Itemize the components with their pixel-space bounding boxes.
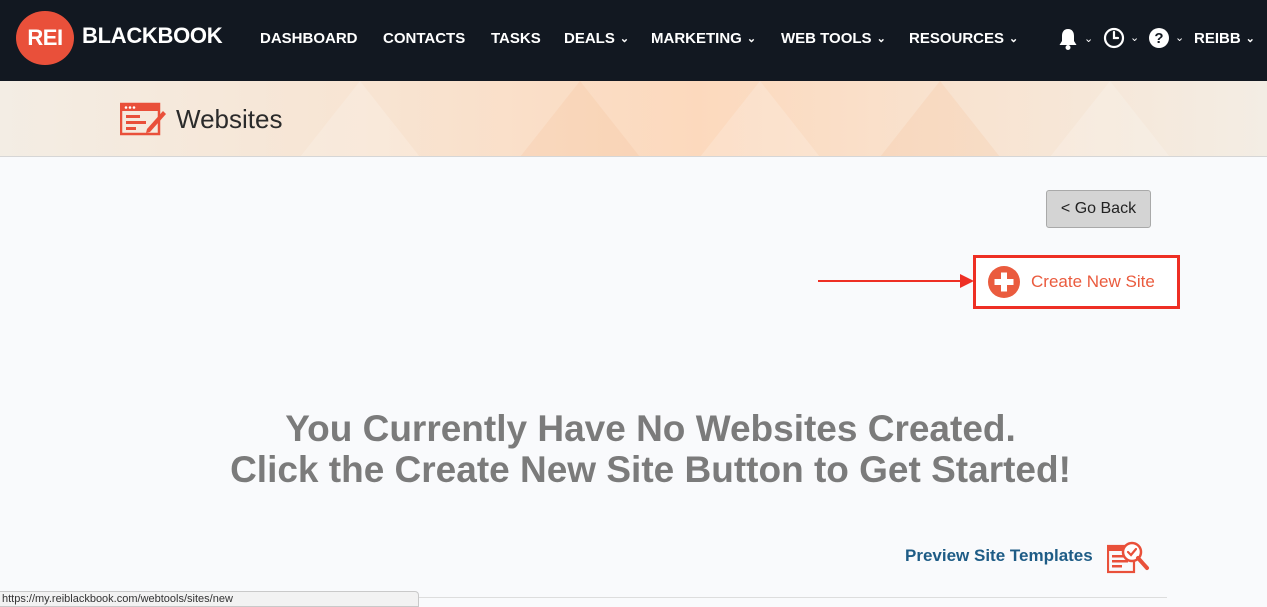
help-icon: ? bbox=[1149, 28, 1169, 48]
brand-logo[interactable]: REI BLACKBOOK bbox=[16, 11, 223, 65]
top-nav-bar: REI BLACKBOOK DASHBOARD CONTACTS TASKS D… bbox=[0, 0, 1267, 81]
notifications-button[interactable]: ⌄ bbox=[1057, 27, 1093, 51]
header-decoration bbox=[520, 81, 640, 156]
svg-text:?: ? bbox=[1154, 30, 1163, 47]
chevron-down-icon: ⌄ bbox=[1009, 33, 1019, 45]
chevron-down-icon: ⌄ bbox=[876, 33, 886, 45]
page-header: Websites bbox=[0, 81, 1267, 157]
page-title-group: Websites bbox=[120, 101, 282, 137]
header-decoration bbox=[880, 81, 1000, 156]
annotation-arrow-head bbox=[960, 274, 974, 288]
go-back-button[interactable]: < Go Back bbox=[1046, 190, 1151, 228]
header-decoration bbox=[700, 81, 820, 156]
chevron-down-icon: ⌄ bbox=[1245, 33, 1255, 45]
nav-deals[interactable]: DEALS ⌄ bbox=[564, 30, 629, 49]
recent-activity-button[interactable]: ⌄ bbox=[1103, 27, 1139, 49]
create-new-site-label: Create New Site bbox=[1031, 272, 1155, 291]
bell-icon bbox=[1059, 29, 1077, 50]
preview-site-templates-link[interactable]: Preview Site Templates bbox=[905, 546, 1093, 566]
empty-state-line-2: Click the Create New Site Button to Get … bbox=[230, 449, 1071, 490]
header-decoration bbox=[300, 81, 420, 156]
nav-dashboard[interactable]: DASHBOARD bbox=[260, 30, 358, 48]
empty-state-line-1: You Currently Have No Websites Created. bbox=[285, 408, 1016, 449]
logo-text: BLACKBOOK bbox=[82, 23, 223, 48]
status-bar-url: https://my.reiblackbook.com/webtools/sit… bbox=[0, 591, 419, 607]
plus-circle-icon bbox=[988, 266, 1020, 298]
nav-marketing[interactable]: MARKETING ⌄ bbox=[651, 30, 756, 49]
chevron-down-icon: ⌄ bbox=[619, 33, 630, 45]
create-new-site-button[interactable]: Create New Site bbox=[973, 255, 1180, 309]
page-title: Websites bbox=[176, 103, 283, 134]
logo-mark: REI bbox=[16, 11, 74, 65]
clock-icon bbox=[1103, 27, 1125, 49]
nav-web-tools[interactable]: WEB TOOLS ⌄ bbox=[781, 30, 886, 49]
preview-templates-button[interactable] bbox=[1106, 540, 1151, 578]
nav-tasks[interactable]: TASKS bbox=[491, 30, 541, 48]
template-search-icon bbox=[1106, 541, 1149, 574]
header-decoration bbox=[1050, 81, 1170, 156]
annotation-arrow-line bbox=[818, 280, 964, 282]
user-menu[interactable]: REIBB ⌄ bbox=[1194, 30, 1255, 49]
chevron-down-icon: ⌄ bbox=[1175, 30, 1185, 44]
empty-state-message: You Currently Have No Websites Created. … bbox=[0, 408, 1267, 490]
chevron-down-icon: ⌄ bbox=[746, 33, 757, 45]
nav-contacts[interactable]: CONTACTS bbox=[383, 30, 465, 48]
chevron-down-icon: ⌄ bbox=[1130, 30, 1140, 44]
help-button[interactable]: ? ⌄ bbox=[1148, 27, 1184, 49]
chevron-down-icon: ⌄ bbox=[1084, 31, 1094, 45]
website-edit-icon bbox=[120, 102, 166, 136]
nav-resources[interactable]: RESOURCES ⌄ bbox=[909, 30, 1018, 49]
